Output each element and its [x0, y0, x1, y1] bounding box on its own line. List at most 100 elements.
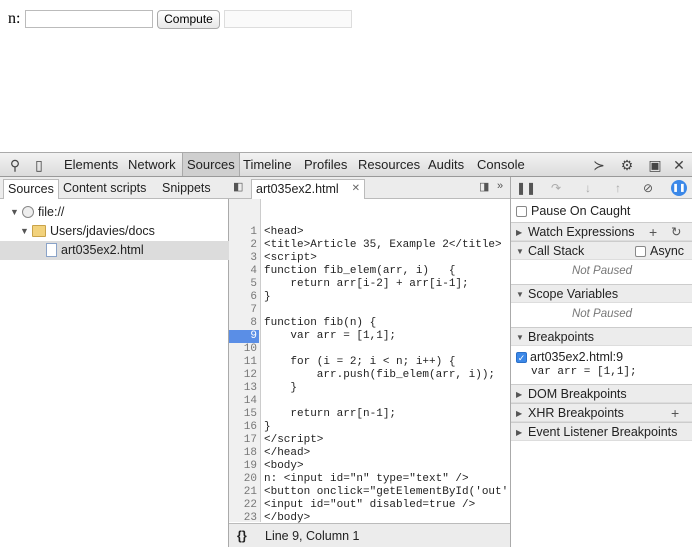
drawer-icon[interactable]: ≻ — [590, 156, 608, 174]
pause-on-caught-checkbox[interactable] — [516, 206, 527, 217]
code-line[interactable]: </script> — [264, 434, 323, 447]
dock-icon[interactable]: ▣ — [646, 156, 664, 174]
code-line[interactable]: n: <input id="n" type="text" /> — [264, 473, 469, 486]
pretty-print-button[interactable]: {} — [237, 524, 247, 547]
editor-file-tab[interactable]: art035ex2.html ✕ — [251, 179, 365, 199]
tab-profiles[interactable]: Profiles — [300, 153, 351, 176]
tree-item-folder[interactable]: ▼ Users/jdavies/docs — [0, 222, 229, 241]
line-number[interactable]: 7 — [229, 304, 257, 317]
code-line[interactable]: } — [264, 382, 297, 395]
tab-elements[interactable]: Elements — [60, 153, 122, 176]
out-input — [224, 10, 352, 28]
call-stack-header[interactable]: ▼ Call Stack Async — [511, 241, 692, 260]
code-line[interactable]: var arr = [1,1]; — [264, 330, 396, 343]
tree-item-file[interactable]: art035ex2.html — [0, 241, 229, 260]
breakpoint-item[interactable]: ✓ art035ex2.html:9 var arr = [1,1]; — [511, 348, 692, 382]
watch-expressions-header[interactable]: ▶ Watch Expressions + ↻ — [511, 222, 692, 241]
tab-resources[interactable]: Resources — [354, 153, 424, 176]
line-number[interactable]: 22 — [229, 499, 257, 512]
step-out-icon[interactable]: ↑ — [610, 180, 626, 196]
close-icon[interactable]: ✕ — [670, 156, 688, 174]
breakpoints-header[interactable]: ▼ Breakpoints — [511, 327, 692, 346]
code-line[interactable]: } — [264, 421, 271, 434]
tree-item-origin[interactable]: ▼ file:// — [0, 203, 229, 222]
expand-arrow-icon[interactable]: ▼ — [10, 203, 19, 222]
scope-variables-header[interactable]: ▼ Scope Variables — [511, 284, 692, 303]
event-listener-breakpoints-header[interactable]: ▶ Event Listener Breakpoints — [511, 422, 692, 441]
more-tabs-icon[interactable]: » — [497, 180, 503, 192]
code-line[interactable]: function fib_elem(arr, i) { — [264, 265, 455, 278]
tab-sources-nav[interactable]: Sources — [3, 179, 59, 199]
pause-on-caught-row[interactable]: Pause On Caught — [511, 202, 692, 221]
tab-sources[interactable]: Sources — [182, 153, 240, 176]
line-number[interactable]: 6 — [229, 291, 257, 304]
line-number[interactable]: 19 — [229, 460, 257, 473]
toggle-debugger-icon[interactable]: ◨ — [479, 180, 489, 193]
line-number[interactable]: 4 — [229, 265, 257, 278]
refresh-icon[interactable]: ↻ — [671, 223, 681, 242]
code-line[interactable]: <title>Article 35, Example 2</title> — [264, 239, 502, 252]
xhr-breakpoints-header[interactable]: ▶ XHR Breakpoints + — [511, 403, 692, 422]
search-icon[interactable]: ⚲ — [6, 156, 24, 174]
code-line[interactable]: <body> — [264, 460, 304, 473]
code-line[interactable]: arr.push(fib_elem(arr, i)); — [264, 369, 495, 382]
line-number[interactable]: 1 — [229, 226, 257, 239]
line-number[interactable]: 8 — [229, 317, 257, 330]
pause-icon[interactable]: ❚❚ — [516, 180, 536, 196]
step-into-icon[interactable]: ↓ — [580, 180, 596, 196]
n-input[interactable] — [25, 10, 153, 28]
line-number[interactable]: 15 — [229, 408, 257, 421]
code-line[interactable]: return arr[n-1]; — [264, 408, 396, 421]
async-checkbox[interactable] — [635, 246, 646, 257]
line-number[interactable]: 16 — [229, 421, 257, 434]
code-line[interactable]: <button onclick="getElementById('out' — [264, 486, 508, 499]
line-number[interactable]: 9 — [229, 330, 259, 343]
line-number[interactable]: 21 — [229, 486, 257, 499]
line-number[interactable]: 12 — [229, 369, 257, 382]
code-line[interactable]: <head> — [264, 226, 304, 239]
code-line[interactable]: <input id="out" disabled=true /> — [264, 499, 475, 512]
tree-item-label: file:// — [38, 205, 65, 219]
code-line[interactable]: } — [264, 291, 271, 304]
line-number[interactable]: 5 — [229, 278, 257, 291]
pause-on-exceptions-icon[interactable]: ❚❚ — [671, 180, 687, 196]
line-number[interactable]: 14 — [229, 395, 257, 408]
expand-arrow-icon[interactable]: ▼ — [20, 222, 29, 241]
tree-item-label: Users/jdavies/docs — [50, 224, 155, 238]
collapsed-arrow-icon: ▶ — [516, 390, 523, 399]
line-number[interactable]: 20 — [229, 473, 257, 486]
compute-button[interactable]: Compute — [157, 10, 220, 29]
add-icon[interactable]: + — [671, 404, 679, 423]
code-line[interactable]: for (i = 2; i < n; i++) { — [264, 356, 455, 369]
tab-snippets[interactable]: Snippets — [158, 179, 215, 199]
line-gutter[interactable]: 1234567891011121314151617181920212223242… — [229, 199, 261, 547]
tab-network[interactable]: Network — [124, 153, 180, 176]
expanded-arrow-icon: ▼ — [516, 290, 524, 299]
tab-console[interactable]: Console — [473, 153, 529, 176]
line-number[interactable]: 18 — [229, 447, 257, 460]
code-line[interactable]: return arr[i-2] + arr[i-1]; — [264, 278, 468, 291]
line-number[interactable]: 3 — [229, 252, 257, 265]
source-editor: ◧ art035ex2.html ✕ ◨ » 1 2 3 4 5 6 7 8 9 10 11 12 13… — [229, 177, 510, 547]
tab-content-scripts[interactable]: Content scripts — [59, 179, 150, 199]
line-number[interactable]: 11 — [229, 356, 257, 369]
line-number[interactable]: 13 — [229, 382, 257, 395]
code-line[interactable]: </head> — [264, 447, 310, 460]
code-line[interactable]: <script> — [264, 252, 317, 265]
toggle-navigator-icon[interactable]: ◧ — [233, 180, 243, 193]
breakpoint-checkbox[interactable]: ✓ — [516, 352, 527, 363]
expanded-arrow-icon: ▼ — [516, 333, 524, 342]
tab-audits[interactable]: Audits — [424, 153, 468, 176]
gear-icon[interactable]: ⚙ — [618, 156, 636, 174]
step-over-icon[interactable]: ↷ — [548, 180, 564, 196]
line-number[interactable]: 17 — [229, 434, 257, 447]
deactivate-breakpoints-icon[interactable]: ⊘ — [640, 180, 656, 196]
dom-breakpoints-header[interactable]: ▶ DOM Breakpoints — [511, 384, 692, 403]
code-line[interactable]: function fib(n) { — [264, 317, 376, 330]
close-tab-icon[interactable]: ✕ — [352, 180, 360, 198]
line-number[interactable]: 2 — [229, 239, 257, 252]
tab-timeline[interactable]: Timeline — [239, 153, 296, 176]
device-mode-icon[interactable]: ▯ — [30, 156, 48, 174]
line-number[interactable]: 10 — [229, 343, 257, 356]
add-icon[interactable]: + — [649, 223, 657, 242]
